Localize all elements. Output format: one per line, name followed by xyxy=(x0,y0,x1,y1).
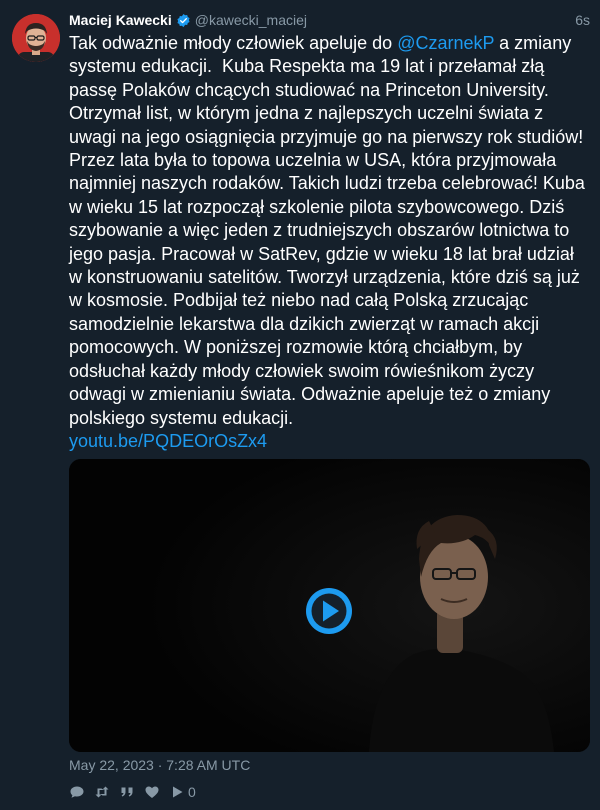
quote-icon xyxy=(121,787,133,797)
reply-button[interactable] xyxy=(69,784,85,800)
view-count: 0 xyxy=(188,784,196,800)
avatar[interactable] xyxy=(12,14,60,62)
video-player[interactable] xyxy=(69,459,590,752)
tweet-text: Tak odważnie młody człowiek apeluje do @… xyxy=(69,32,590,453)
youtube-link[interactable]: youtu.be/PQDEOrOsZx4 xyxy=(69,431,267,451)
heart-icon xyxy=(145,786,159,798)
play-views-icon xyxy=(173,786,183,798)
reply-icon xyxy=(70,786,84,798)
retweet-icon xyxy=(95,786,109,798)
author-display-name[interactable]: Maciej Kawecki xyxy=(69,12,172,28)
mention-link[interactable]: @CzarnekP xyxy=(397,33,494,53)
retweet-button[interactable] xyxy=(94,784,110,800)
tweet-text-body: a zmiany systemu edukacji. Kuba Respekta… xyxy=(69,33,585,428)
views-button[interactable]: 0 xyxy=(169,784,196,800)
play-button[interactable] xyxy=(304,586,354,636)
play-icon xyxy=(306,588,352,634)
tweet-date[interactable]: May 22, 2023 · 7:28 AM UTC xyxy=(69,757,250,773)
like-button[interactable] xyxy=(144,784,160,800)
tweet-time-ago[interactable]: 6s xyxy=(575,12,590,28)
tweet-actions: 0 xyxy=(69,783,196,801)
quote-button[interactable] xyxy=(119,784,135,800)
tweet-header: Maciej Kawecki @kawecki_maciej 6s xyxy=(69,10,590,30)
tweet-text-intro: Tak odważnie młody człowiek apeluje do xyxy=(69,33,398,53)
verified-badge-icon xyxy=(176,13,191,28)
author-handle[interactable]: @kawecki_maciej xyxy=(195,12,307,28)
tweet-card: Maciej Kawecki @kawecki_maciej 6s Tak od… xyxy=(0,0,600,810)
